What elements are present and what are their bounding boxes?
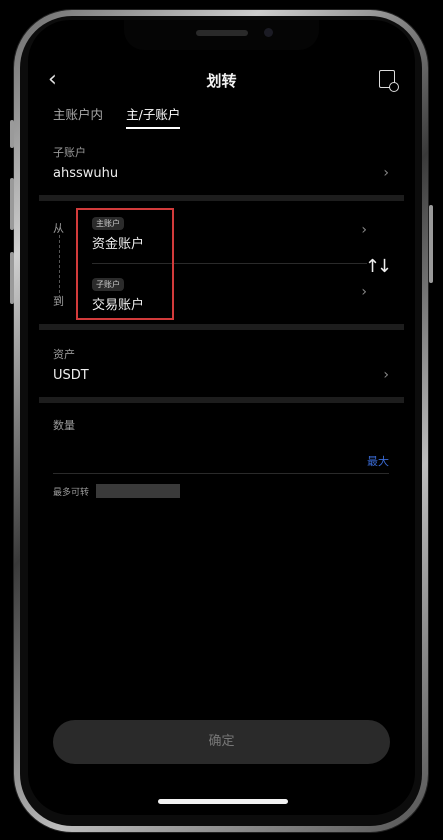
section-divider [39, 397, 404, 403]
amount-underline [53, 473, 389, 474]
amount-label: 数量 [53, 419, 75, 432]
tab-master-sub[interactable]: 主/子账户 [126, 104, 181, 129]
tab-bar: 主账户内 主/子账户 [53, 104, 198, 130]
volume-up-button [10, 178, 14, 230]
history-icon[interactable] [379, 70, 399, 92]
from-label: 从 [53, 222, 64, 235]
screen: ‹ 划转 主账户内 主/子账户 子账户 ahsswuhu › 从 到 主账户 资… [28, 20, 415, 815]
notch [124, 20, 319, 50]
mute-switch [10, 120, 14, 148]
highlight-box [76, 208, 174, 320]
camera-icon [264, 28, 273, 37]
nav-header: ‹ 划转 [28, 68, 415, 96]
confirm-button[interactable]: 确定 [53, 720, 390, 764]
chevron-right-icon[interactable]: › [383, 367, 389, 383]
sub-account-label: 子账户 [53, 146, 86, 159]
sub-account-value[interactable]: ahsswuhu [53, 166, 118, 181]
redacted-available-amount [96, 484, 180, 498]
volume-down-button [10, 252, 14, 304]
amount-input[interactable] [53, 438, 353, 468]
section-divider [39, 324, 404, 330]
swap-vertical-icon[interactable]: ↑↓ [365, 256, 392, 277]
max-button[interactable]: 最大 [367, 453, 389, 469]
chevron-right-icon[interactable]: › [361, 222, 367, 238]
asset-label: 资产 [53, 348, 75, 361]
speaker-grille [196, 30, 248, 36]
chevron-right-icon[interactable]: › [361, 284, 367, 300]
page-title: 划转 [206, 72, 237, 90]
home-indicator[interactable] [158, 799, 288, 804]
power-button [429, 205, 433, 283]
available-label: 最多可转 [53, 488, 90, 498]
tab-internal[interactable]: 主账户内 [53, 104, 103, 129]
chevron-right-icon[interactable]: › [383, 165, 389, 181]
asset-value[interactable]: USDT [53, 368, 89, 383]
to-label: 到 [53, 295, 64, 308]
section-divider [39, 195, 404, 201]
